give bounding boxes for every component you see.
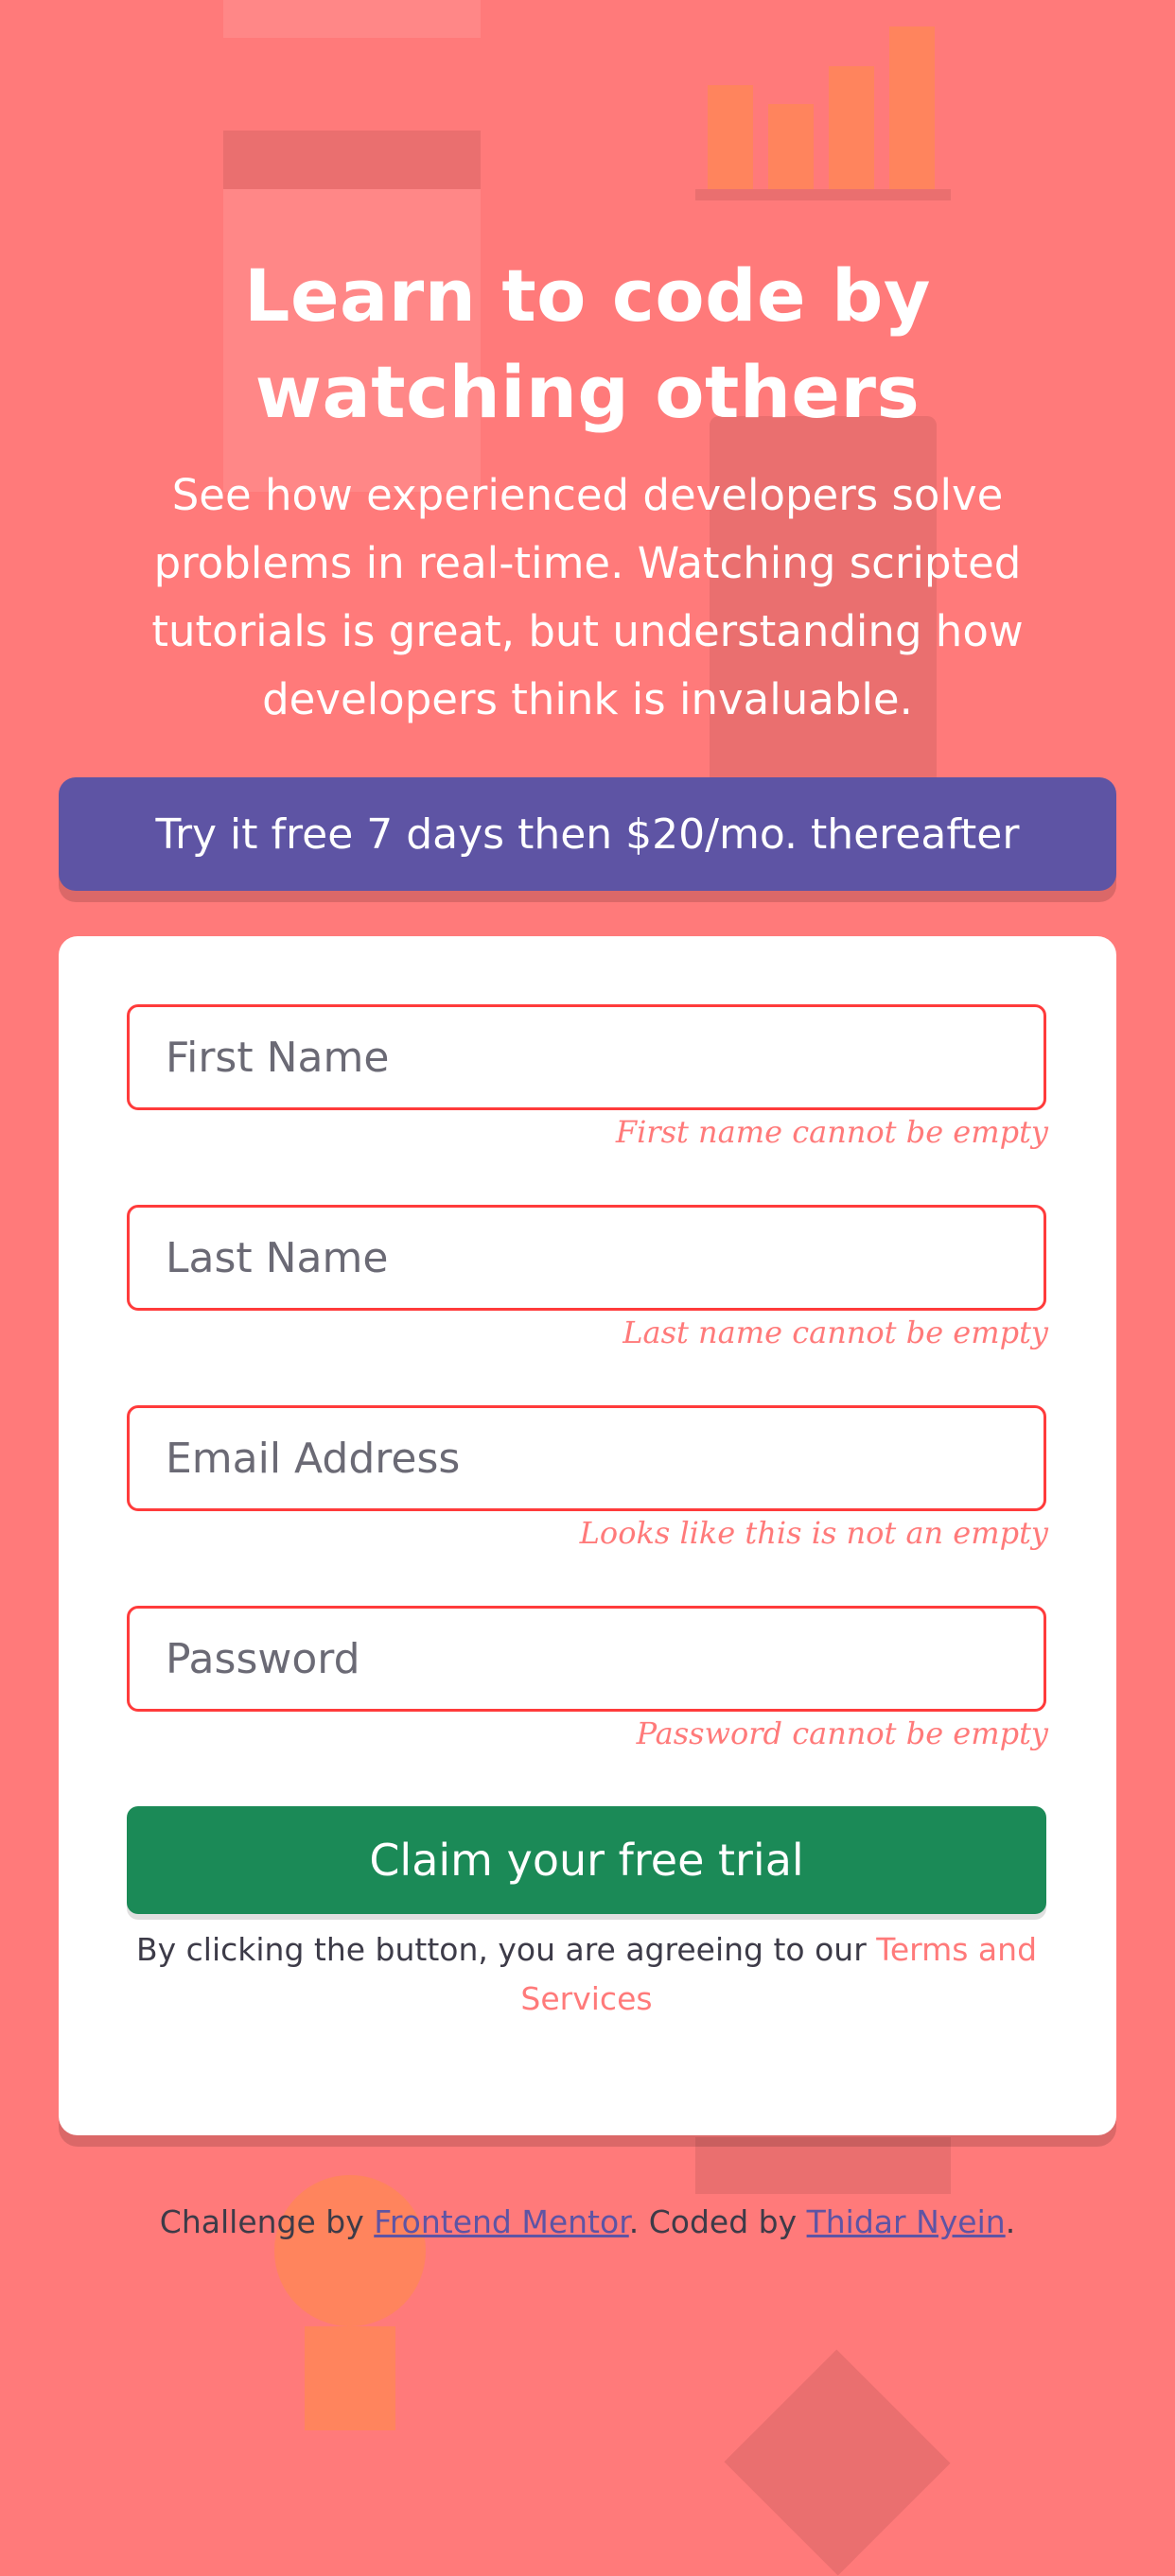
- chart-bar-illustration: [889, 26, 935, 189]
- password-error: Password cannot be empty: [636, 1715, 1048, 1751]
- lightbulb-base-illustration: [305, 2326, 395, 2430]
- terms-notice: By clicking the button, you are agreeing…: [127, 1925, 1046, 2024]
- chart-bar-illustration: [708, 85, 753, 189]
- attribution-footer: Challenge by Frontend Mentor. Coded by T…: [0, 2203, 1175, 2240]
- chart-bar-illustration: [829, 66, 874, 189]
- offer-banner: Try it free 7 days then $20/mo. thereaft…: [59, 777, 1116, 891]
- frontend-mentor-link[interactable]: Frontend Mentor: [374, 2203, 628, 2240]
- chart-bar-illustration: [768, 104, 814, 189]
- email-error: Looks like this is not an empty: [579, 1515, 1048, 1551]
- last-name-error: Last name cannot be empty: [623, 1314, 1048, 1350]
- author-link[interactable]: Thidar Nyein: [807, 2203, 1006, 2240]
- claim-trial-button[interactable]: Claim your free trial: [127, 1806, 1046, 1914]
- hero-title: Learn to code by watching others: [0, 248, 1175, 441]
- email-input[interactable]: [127, 1405, 1046, 1511]
- terms-prefix: By clicking the button, you are agreeing…: [135, 1931, 877, 1968]
- house-illustration: [695, 2137, 951, 2194]
- signup-form: First name cannot be empty Last name can…: [59, 936, 1116, 2135]
- chart-baseline-illustration: [695, 189, 951, 200]
- last-name-input[interactable]: [127, 1205, 1046, 1311]
- first-name-input[interactable]: [127, 1004, 1046, 1110]
- lightbulb-illustration: [274, 2175, 426, 2326]
- footer-prefix: Challenge by: [159, 2203, 375, 2240]
- hero-description: See how experienced developers solve pro…: [151, 470, 1024, 724]
- window-illustration-bar: [223, 131, 481, 189]
- password-input[interactable]: [127, 1606, 1046, 1712]
- footer-suffix: .: [1005, 2203, 1016, 2240]
- offer-rest-text: then $20/mo. thereafter: [504, 809, 1020, 859]
- window-illustration-top: [223, 0, 481, 38]
- footer-middle: . Coded by: [628, 2203, 807, 2240]
- hero-title-line1: Learn to code by: [244, 253, 931, 338]
- offer-bold-text: Try it free 7 days: [155, 809, 505, 859]
- hero-title-line2: watching others: [254, 350, 921, 434]
- first-name-error: First name cannot be empty: [615, 1114, 1048, 1150]
